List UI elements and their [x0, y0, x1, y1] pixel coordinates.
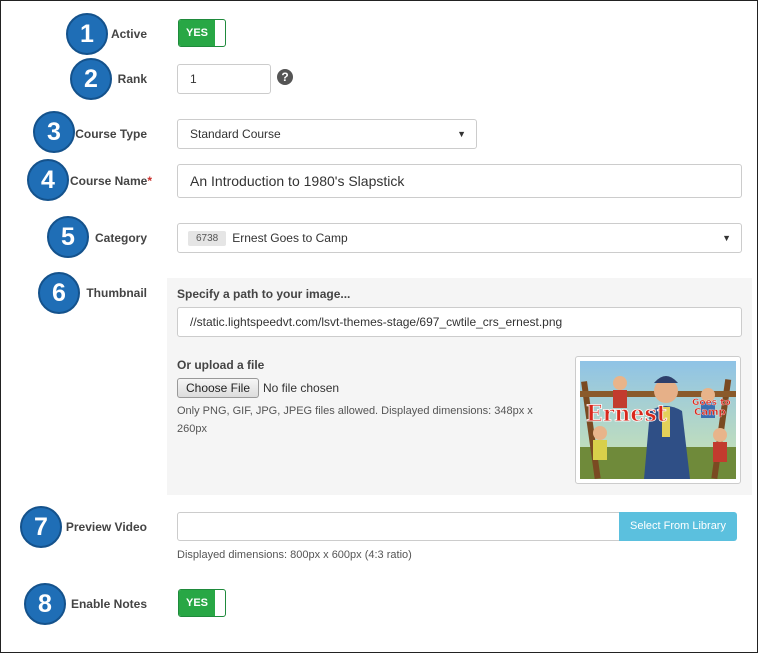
category-select[interactable]: 6738 Ernest Goes to Camp ▼ — [177, 223, 742, 253]
help-icon[interactable]: ? — [277, 69, 293, 85]
path-title: Specify a path to your image... — [177, 287, 351, 301]
thumbnail-path-input[interactable]: //static.lightspeedvt.com/lsvt-themes-st… — [177, 307, 742, 337]
file-hint-line2: 260px — [177, 423, 207, 435]
upload-title: Or upload a file — [177, 358, 265, 372]
step-badge-7: 7 — [20, 506, 62, 548]
enable-notes-label: Enable Notes — [70, 597, 147, 611]
course-name-input[interactable]: An Introduction to 1980's Slapstick — [177, 164, 742, 198]
step-badge-4: 4 — [27, 159, 69, 201]
category-label: Category — [94, 231, 147, 245]
active-label: Active — [110, 27, 147, 41]
chevron-down-icon: ▼ — [722, 233, 731, 243]
course-name-label: Course Name* — [66, 174, 152, 188]
enable-notes-toggle[interactable]: YES — [178, 589, 226, 617]
no-file-text: No file chosen — [263, 381, 340, 395]
active-toggle-yes: YES — [179, 20, 215, 46]
required-marker: * — [147, 174, 152, 188]
video-dimensions-hint: Displayed dimensions: 800px x 600px (4:3… — [177, 549, 412, 561]
course-type-select[interactable]: Standard Course ▼ — [177, 119, 477, 149]
ernest-image-title: Ernest — [586, 401, 668, 427]
rank-label: Rank — [117, 72, 147, 86]
course-type-label: Course Type — [75, 127, 147, 141]
ernest-image-subtitle2: Camp — [694, 407, 726, 418]
course-name-label-text: Course Name — [69, 174, 148, 188]
category-id-badge: 6738 — [188, 230, 227, 246]
step-badge-6: 6 — [38, 272, 80, 314]
preview-video-input[interactable] — [177, 512, 620, 541]
course-name-value: An Introduction to 1980's Slapstick — [190, 173, 405, 189]
preview-video-label: Preview Video — [65, 520, 147, 534]
ernest-goes-to-camp-image: Ernest Goes to Camp — [580, 361, 736, 479]
thumbnail-label: Thumbnail — [86, 286, 147, 300]
chevron-down-icon: ▼ — [457, 129, 466, 139]
thumbnail-path-value: //static.lightspeedvt.com/lsvt-themes-st… — [190, 315, 563, 329]
step-badge-3: 3 — [33, 111, 75, 153]
category-value: Ernest Goes to Camp — [232, 231, 348, 245]
enable-notes-toggle-yes: YES — [179, 590, 215, 616]
rank-input[interactable]: 1 — [177, 64, 271, 94]
thumbnail-preview: Ernest Goes to Camp — [575, 356, 741, 484]
active-toggle[interactable]: YES — [178, 19, 226, 47]
choose-file-button[interactable]: Choose File — [177, 378, 259, 398]
file-hint-line1: Only PNG, GIF, JPG, JPEG files allowed. … — [177, 405, 533, 417]
course-type-value: Standard Course — [190, 127, 281, 141]
rank-value: 1 — [190, 72, 197, 86]
select-from-library-button[interactable]: Select From Library — [619, 512, 737, 541]
